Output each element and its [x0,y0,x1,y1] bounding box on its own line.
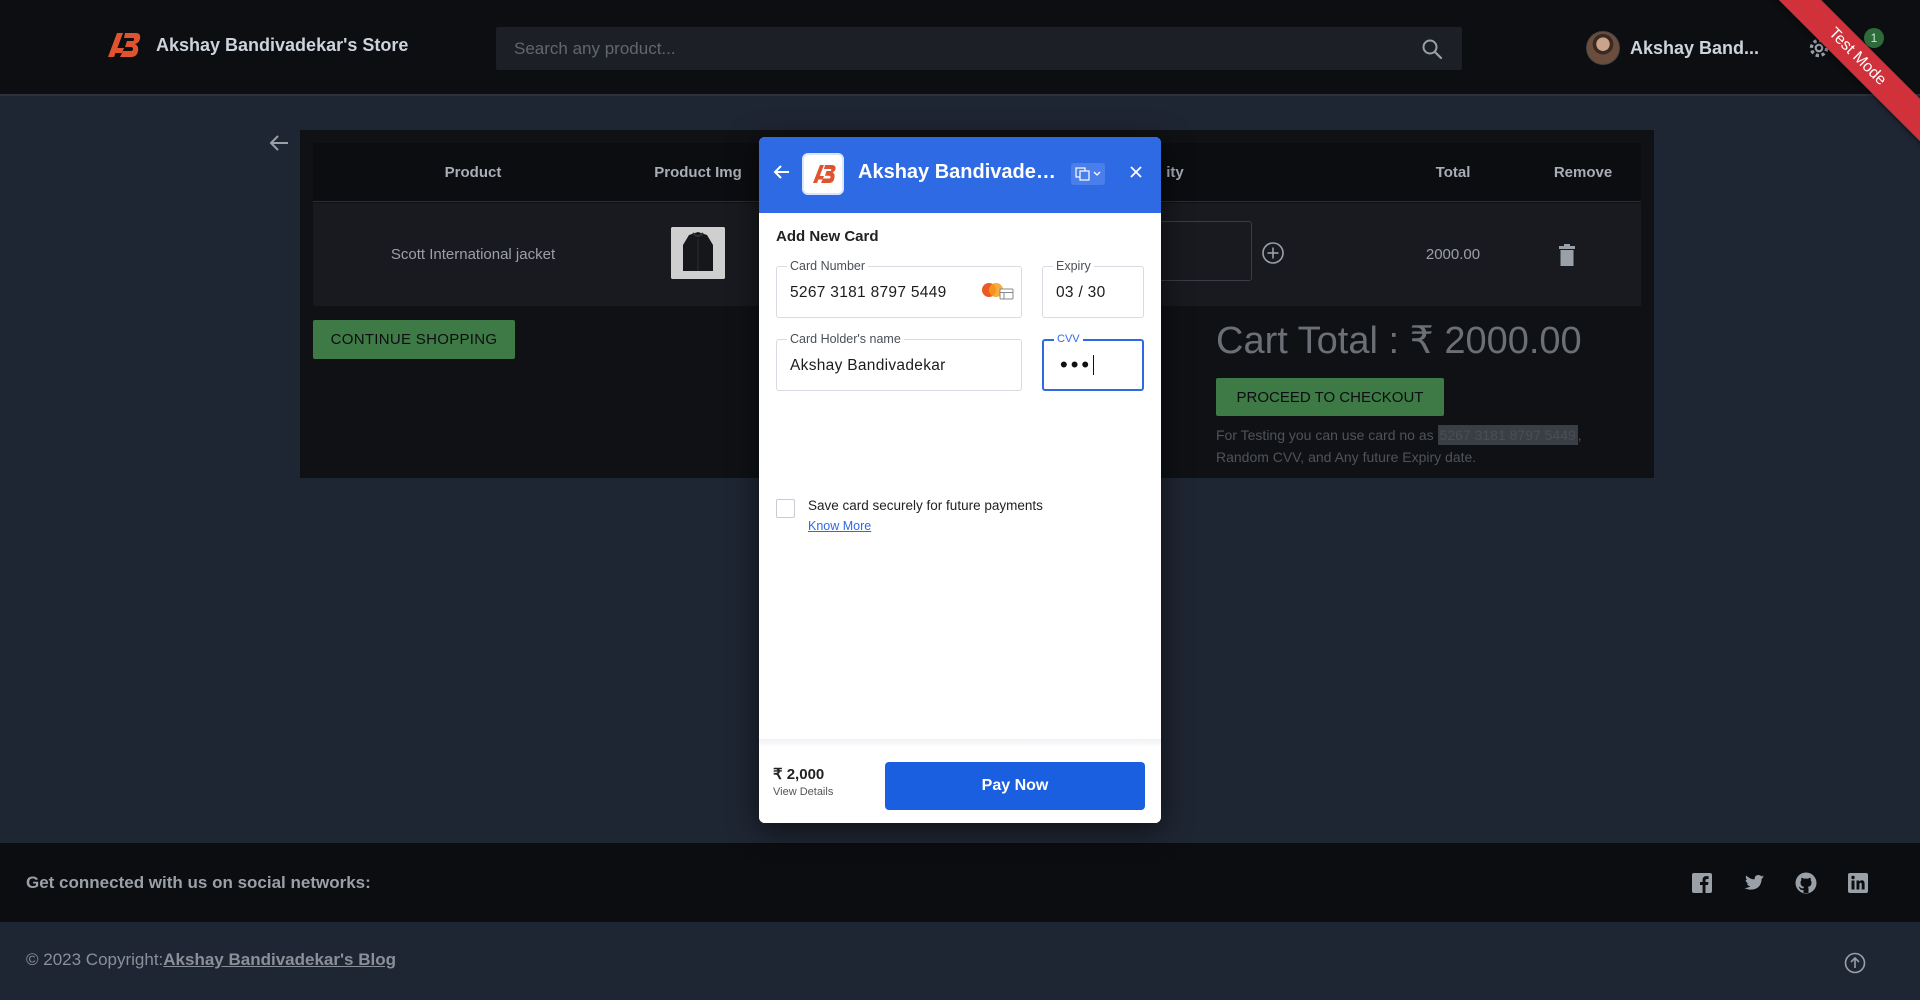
close-icon[interactable] [1129,165,1143,179]
cvv-field[interactable]: CVV ••• [1042,333,1144,391]
language-selector[interactable] [1071,163,1105,185]
user-name: Akshay Band... [1630,37,1760,58]
card-number-value: 5267 3181 8797 5449 [790,284,947,301]
pay-now-button[interactable]: Pay Now [885,762,1145,810]
payment-amount: ₹ 2,000 [773,766,825,783]
search-bar [496,27,1462,70]
quantity-field[interactable] [1152,221,1252,281]
avatar [1586,31,1620,65]
facebook-icon[interactable] [1690,871,1714,895]
form-heading: Add New Card [776,228,879,245]
copyright-text: © 2023 Copyright:Akshay Bandivadekar's B… [26,950,396,970]
test-note-text: For Testing you can use card no as [1216,427,1438,443]
search-icon[interactable] [1420,37,1444,61]
save-card-checkbox[interactable] [776,499,795,518]
know-more-link[interactable]: Know More [808,519,871,533]
twitter-icon[interactable] [1742,871,1766,895]
translate-icon [1075,167,1101,181]
view-details-link[interactable]: View Details [773,786,833,798]
text-caret [1093,355,1095,375]
modal-header: Akshay Bandivadek... [759,137,1161,213]
product-name: Scott International jacket [390,246,556,263]
col-remove: Remove [1553,164,1613,181]
cvv-label: CVV [1054,333,1083,345]
card-holder-value: Akshay Bandivadekar [790,357,946,374]
linkedin-icon[interactable] [1846,871,1870,895]
col-product: Product [444,164,502,181]
card-holder-field[interactable]: Card Holder's name Akshay Bandivadekar [776,332,1022,391]
continue-shopping-button[interactable]: CONTINUE SHOPPING [313,320,515,359]
store-logo-icon [108,33,141,57]
github-icon[interactable] [1794,871,1818,895]
footer-copyright-bar: © 2023 Copyright:Akshay Bandivadekar's B… [0,922,1920,1000]
expiry-label: Expiry [1053,259,1094,273]
user-menu[interactable]: Akshay Band... [1586,31,1759,65]
plus-circle-icon[interactable] [1261,241,1285,265]
test-mode-label: Test Mode [1770,0,1920,149]
copyright-prefix: © 2023 Copyright: [26,950,164,969]
modal-back-icon[interactable] [773,163,791,181]
back-arrow-icon[interactable] [268,132,290,154]
row-total: 2000.00 [1425,246,1481,263]
card-form: Add New Card Card Number 5267 3181 8797 … [759,213,1161,745]
merchant-logo-icon [813,165,836,183]
footer-social-bar: Get connected with us on social networks… [0,843,1920,922]
test-card-number: 5267 3181 8797 5449 [1437,425,1578,445]
save-card-label: Save card securely for future payments [808,498,1043,513]
card-number-field[interactable]: Card Number 5267 3181 8797 5449 [776,259,1022,318]
expiry-value: 03 / 30 [1056,284,1106,301]
proceed-to-checkout-button[interactable]: PROCEED TO CHECKOUT [1216,378,1444,416]
modal-footer: ₹ 2,000 View Details Pay Now [759,747,1161,823]
brand[interactable]: Akshay Bandivadekar's Store [106,30,408,60]
mastercard-icon [982,283,1014,300]
search-input[interactable] [496,27,1396,70]
merchant-logo [802,153,844,195]
store-name: Akshay Bandivadekar's Store [156,34,409,55]
scroll-to-top-icon[interactable] [1844,952,1866,974]
col-total: Total [1435,164,1471,181]
merchant-name: Akshay Bandivadek... [858,161,1062,183]
payment-modal: Akshay Bandivadek... Add New Card Card N… [759,137,1161,823]
top-navbar: Akshay Bandivadekar's Store Akshay Band.… [0,0,1920,149]
blog-link[interactable]: Akshay Bandivadekar's Blog [163,950,396,969]
cvv-value: ••• [1060,352,1095,378]
cart-total: Cart Total : ₹ 2000.00 [1216,320,1582,362]
test-card-note: For Testing you can use card no as 5267 … [1216,424,1636,468]
footer-divider [759,739,1161,747]
col-product-img: Product Img [654,164,742,181]
cvv-masked: ••• [1060,352,1093,377]
expiry-field[interactable]: Expiry 03 / 30 [1042,259,1144,318]
test-mode-ribbon: Test Mode [1770,0,1920,150]
card-number-label: Card Number [787,259,869,273]
product-image[interactable] [671,227,725,279]
social-heading: Get connected with us on social networks… [26,873,371,892]
trash-icon[interactable] [1557,244,1577,266]
card-holder-label: Card Holder's name [787,332,904,346]
